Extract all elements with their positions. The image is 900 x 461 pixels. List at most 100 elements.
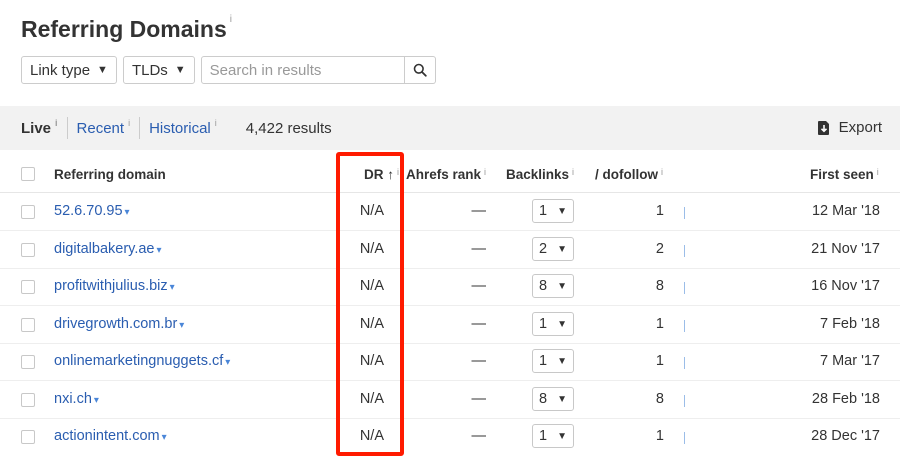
download-icon bbox=[817, 120, 829, 135]
table-row: drivegrowth.com.br ▾ N/A — 1 ▼ 1 7 Feb '18 bbox=[0, 306, 900, 344]
col-referring-domain[interactable]: Referring domain bbox=[54, 167, 166, 182]
first-seen-value: 28 Feb '18 bbox=[811, 391, 880, 407]
col-ahrefs-rank-label: Ahrefs rank bbox=[406, 167, 482, 182]
select-all-checkbox[interactable] bbox=[21, 167, 35, 181]
dofollow-value: 1 bbox=[655, 353, 664, 369]
first-seen-value: 21 Nov '17 bbox=[811, 241, 880, 257]
dr-value: N/A bbox=[359, 241, 384, 257]
caret-down-icon[interactable]: ▾ bbox=[94, 395, 99, 406]
dofollow-value: 1 bbox=[655, 316, 664, 332]
chevron-down-icon: ▼ bbox=[557, 318, 567, 330]
tlds-dropdown[interactable]: TLDs ▼ bbox=[122, 56, 195, 84]
domain-cell[interactable]: 52.6.70.95 ▾ bbox=[54, 203, 130, 219]
domain-link[interactable]: drivegrowth.com.br bbox=[54, 316, 177, 332]
info-icon[interactable]: i bbox=[128, 118, 130, 128]
backlinks-value: 8 bbox=[539, 391, 548, 407]
search-icon bbox=[413, 63, 427, 77]
info-icon[interactable]: i bbox=[55, 118, 58, 128]
domain-cell[interactable]: nxi.ch ▾ bbox=[54, 391, 99, 407]
dofollow-bar bbox=[684, 395, 685, 407]
chevron-down-icon: ▼ bbox=[174, 64, 186, 76]
info-icon[interactable]: i bbox=[877, 167, 879, 177]
link-type-label: Link type bbox=[30, 61, 91, 79]
backlinks-dropdown[interactable]: 1 ▼ bbox=[532, 424, 574, 448]
dofollow-bar bbox=[684, 432, 685, 444]
col-first-seen[interactable]: First seen i bbox=[810, 167, 879, 182]
backlinks-dropdown[interactable]: 1 ▼ bbox=[532, 199, 574, 223]
row-checkbox[interactable] bbox=[21, 430, 35, 444]
search-input[interactable] bbox=[200, 56, 405, 84]
domain-link[interactable]: actionintent.com bbox=[54, 428, 160, 444]
info-icon[interactable]: i bbox=[215, 118, 217, 128]
caret-down-icon[interactable]: ▾ bbox=[170, 282, 175, 293]
backlinks-value: 2 bbox=[539, 241, 548, 257]
col-ahrefs-rank[interactable]: Ahrefs rank i bbox=[406, 167, 486, 182]
domain-link[interactable]: digitalbakery.ae bbox=[54, 241, 155, 257]
chevron-down-icon: ▼ bbox=[557, 393, 567, 405]
table-header: Referring domain DR ↑ i Ahrefs rank i Back… bbox=[0, 156, 900, 193]
dofollow-bar bbox=[684, 207, 685, 219]
chevron-down-icon: ▼ bbox=[557, 430, 567, 442]
table-row: nxi.ch ▾ N/A — 8 ▼ 8 28 Feb '18 bbox=[0, 381, 900, 419]
row-checkbox[interactable] bbox=[21, 280, 35, 294]
dofollow-value: 8 bbox=[655, 391, 664, 407]
export-button[interactable]: Export bbox=[817, 119, 882, 136]
domain-cell[interactable]: profitwithjulius.biz ▾ bbox=[54, 278, 175, 294]
dofollow-value: 2 bbox=[655, 241, 664, 257]
domain-cell[interactable]: onlinemarketingnuggets.cf ▾ bbox=[54, 353, 230, 369]
divider bbox=[139, 117, 141, 139]
tab-live-label: Live bbox=[21, 119, 52, 137]
info-icon[interactable]: i bbox=[397, 167, 399, 177]
chevron-down-icon: ▼ bbox=[557, 355, 567, 367]
ahrefs-rank-value: — bbox=[471, 241, 487, 257]
backlinks-dropdown[interactable]: 1 ▼ bbox=[532, 349, 574, 373]
link-type-dropdown[interactable]: Link type ▼ bbox=[21, 56, 117, 84]
table-row: actionintent.com ▾ N/A — 1 ▼ 1 28 Dec '17 bbox=[0, 418, 900, 456]
backlinks-dropdown[interactable]: 8 ▼ bbox=[532, 274, 574, 298]
col-dr-label: DR bbox=[364, 167, 384, 182]
divider bbox=[66, 117, 68, 139]
ahrefs-rank-value: — bbox=[471, 428, 487, 444]
dr-value: N/A bbox=[359, 203, 384, 219]
tab-historical[interactable]: Historical i bbox=[149, 118, 217, 138]
dr-value: N/A bbox=[359, 278, 384, 294]
first-seen-value: 12 Mar '18 bbox=[811, 203, 880, 219]
caret-down-icon[interactable]: ▾ bbox=[162, 432, 167, 443]
info-icon[interactable]: i bbox=[572, 167, 574, 177]
info-icon[interactable]: i bbox=[661, 167, 663, 177]
domain-link[interactable]: onlinemarketingnuggets.cf bbox=[54, 353, 223, 369]
caret-down-icon[interactable]: ▾ bbox=[125, 207, 130, 218]
row-checkbox[interactable] bbox=[21, 205, 35, 219]
caret-down-icon[interactable]: ▾ bbox=[179, 320, 184, 331]
col-dofollow-label: / dofollow bbox=[595, 167, 658, 182]
chevron-down-icon: ▼ bbox=[97, 64, 108, 76]
tab-recent[interactable]: Recent i bbox=[77, 118, 131, 138]
tab-live[interactable]: Live i bbox=[21, 118, 58, 138]
backlinks-dropdown[interactable]: 1 ▼ bbox=[532, 312, 574, 336]
backlinks-value: 1 bbox=[539, 316, 548, 332]
first-seen-value: 28 Dec '17 bbox=[811, 428, 880, 444]
domain-cell[interactable]: digitalbakery.ae ▾ bbox=[54, 241, 162, 257]
dofollow-value: 1 bbox=[655, 428, 664, 444]
domain-link[interactable]: 52.6.70.95 bbox=[54, 203, 123, 219]
chevron-down-icon: ▼ bbox=[557, 280, 567, 292]
backlinks-dropdown[interactable]: 8 ▼ bbox=[532, 387, 574, 411]
info-icon[interactable]: i bbox=[484, 167, 486, 177]
col-dr[interactable]: DR ↑ i bbox=[364, 167, 399, 182]
tab-recent-label: Recent bbox=[76, 119, 125, 137]
row-checkbox[interactable] bbox=[21, 318, 35, 332]
domain-cell[interactable]: drivegrowth.com.br ▾ bbox=[54, 316, 184, 332]
row-checkbox[interactable] bbox=[21, 355, 35, 369]
backlinks-dropdown[interactable]: 2 ▼ bbox=[532, 237, 574, 261]
title-info-icon[interactable]: i bbox=[230, 14, 232, 25]
col-dofollow[interactable]: / dofollow i bbox=[595, 167, 663, 182]
row-checkbox[interactable] bbox=[21, 393, 35, 407]
domain-link[interactable]: profitwithjulius.biz bbox=[54, 278, 168, 294]
row-checkbox[interactable] bbox=[21, 243, 35, 257]
caret-down-icon[interactable]: ▾ bbox=[157, 245, 162, 256]
caret-down-icon[interactable]: ▾ bbox=[225, 357, 230, 368]
col-backlinks[interactable]: Backlinks i bbox=[506, 167, 574, 182]
domain-link[interactable]: nxi.ch bbox=[54, 391, 92, 407]
domain-cell[interactable]: actionintent.com ▾ bbox=[54, 428, 167, 444]
search-button[interactable] bbox=[404, 56, 436, 84]
